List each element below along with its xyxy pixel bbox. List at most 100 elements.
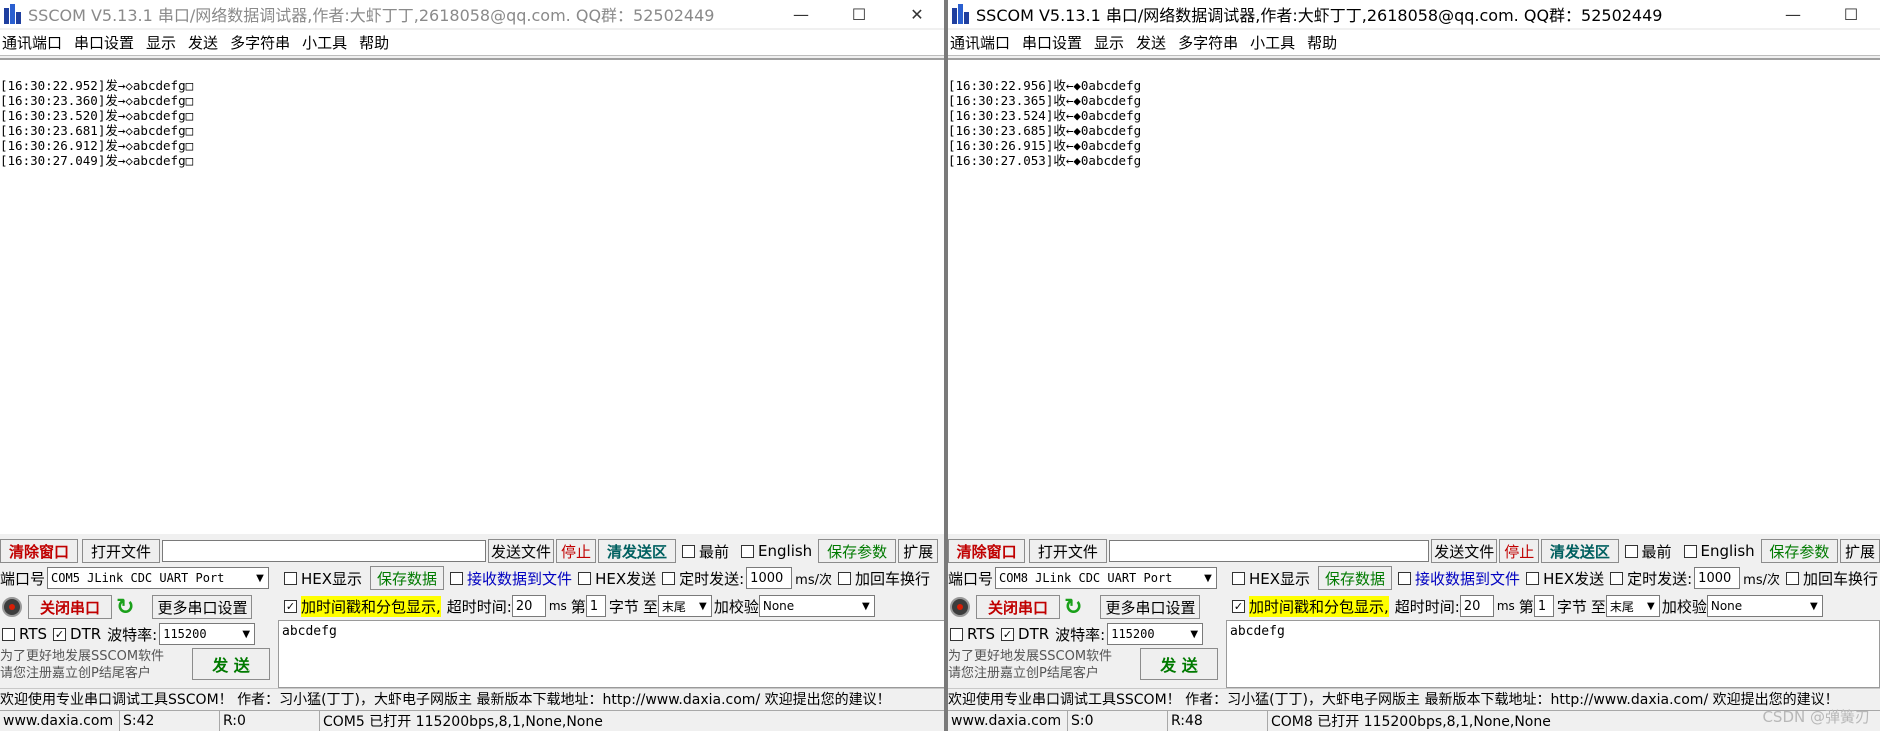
send-button[interactable]: 发 送 — [1140, 648, 1218, 680]
append-crlf-checkbox[interactable] — [1786, 571, 1799, 585]
close-port-button[interactable]: 关闭串口 — [28, 595, 112, 619]
send-input[interactable]: abcdefg — [278, 620, 946, 688]
open-file-button[interactable]: 打开文件 — [1029, 539, 1107, 563]
port-select[interactable]: COM5 JLink CDC UART Port ▼ — [47, 567, 270, 589]
send-input[interactable]: abcdefg — [1226, 620, 1880, 688]
rts-checkbox[interactable] — [950, 627, 963, 641]
interval-input[interactable]: 1000 — [746, 567, 793, 589]
append-crlf-checkbox[interactable] — [838, 571, 851, 585]
menu-display[interactable]: 显示 — [1092, 32, 1134, 53]
checksum-select[interactable]: None ▼ — [1706, 595, 1823, 617]
maximize-icon[interactable]: ☐ — [1822, 0, 1880, 28]
save-data-button[interactable]: 保存数据 — [370, 566, 445, 590]
menu-help[interactable]: 帮助 — [1305, 32, 1347, 53]
log-line: [16:30:22.952]发→◇abcdefg□ — [0, 78, 194, 93]
hex-display-checkbox[interactable] — [1232, 571, 1245, 585]
expand-button[interactable]: 扩展 — [898, 539, 939, 563]
title-bar[interactable]: SSCOM V5.13.1 串口/网络数据调试器,作者:大虾丁丁,2618058… — [0, 0, 946, 28]
clear-window-button[interactable]: 清除窗口 — [948, 539, 1026, 563]
maximize-icon[interactable]: ☐ — [830, 0, 888, 28]
file-path-input[interactable] — [162, 540, 486, 562]
stop-button[interactable]: 停止 — [1499, 539, 1540, 563]
receive-area[interactable]: [16:30:22.952]发→◇abcdefg□ [16:30:23.360]… — [0, 58, 946, 534]
menu-send[interactable]: 发送 — [1134, 32, 1176, 53]
dtr-checkbox[interactable]: ✓ — [1001, 627, 1015, 641]
checksum-select[interactable]: None ▼ — [758, 595, 875, 617]
timestamp-checkbox[interactable]: ✓ — [284, 599, 297, 613]
timestamp-checkbox[interactable]: ✓ — [1232, 599, 1245, 613]
clear-window-button[interactable]: 清除窗口 — [0, 539, 78, 563]
receive-area[interactable]: [16:30:22.956]收←◆0abcdefg [16:30:23.365]… — [948, 58, 1880, 534]
english-checkbox[interactable] — [1683, 544, 1697, 558]
hex-display-checkbox[interactable] — [284, 571, 297, 585]
promo-line: 请您注册嘉立创P结尾客户 — [0, 666, 151, 681]
more-port-settings-button[interactable]: 更多串口设置 — [152, 595, 253, 619]
baud-select[interactable]: 115200 ▼ — [159, 623, 256, 645]
minimize-icon[interactable]: — — [772, 0, 830, 28]
timeout-input[interactable]: 20 — [1459, 595, 1494, 617]
menu-send[interactable]: 发送 — [186, 32, 228, 53]
close-port-button[interactable]: 关闭串口 — [976, 595, 1060, 619]
timeout-input[interactable]: 20 — [511, 595, 546, 617]
promo-ticker: 欢迎使用专业串口调试工具SSCOM！ 作者：习小猛(丁丁)，大虾电子网版主 最新… — [948, 688, 1880, 708]
status-website[interactable]: www.daxia.com — [948, 710, 1068, 731]
stop-button[interactable]: 停止 — [556, 539, 596, 563]
menu-comm-port[interactable]: 通讯端口 — [0, 32, 72, 53]
timed-send-checkbox[interactable] — [1610, 571, 1624, 585]
byte-index-input[interactable]: 1 — [1533, 595, 1554, 617]
tail-select[interactable]: 末尾 ▼ — [1605, 595, 1660, 617]
menu-multi-string[interactable]: 多字符串 — [228, 32, 300, 53]
recv-to-file-label[interactable]: 接收数据到文件 — [1415, 568, 1520, 589]
window-title: SSCOM V5.13.1 串口/网络数据调试器,作者:大虾丁丁,2618058… — [976, 6, 1663, 25]
clear-send-button[interactable]: 清发送区 — [1541, 539, 1619, 563]
menu-multi-string[interactable]: 多字符串 — [1176, 32, 1248, 53]
menu-tools[interactable]: 小工具 — [1248, 32, 1305, 53]
send-button[interactable]: 发 送 — [192, 648, 270, 680]
hex-send-label: HEX发送 — [595, 569, 657, 588]
interval-unit: ms/次 — [795, 572, 832, 588]
timeout-unit: ms — [548, 599, 567, 613]
latest-checkbox[interactable] — [1624, 544, 1638, 558]
tail-value: 末尾 — [661, 599, 686, 614]
clear-send-button[interactable]: 清发送区 — [598, 539, 676, 563]
tail-select[interactable]: 末尾 ▼ — [657, 595, 712, 617]
hex-send-checkbox[interactable] — [578, 571, 592, 585]
title-bar[interactable]: SSCOM V5.13.1 串口/网络数据调试器,作者:大虾丁丁,2618058… — [948, 0, 1880, 28]
more-port-settings-button[interactable]: 更多串口设置 — [1100, 595, 1201, 619]
menu-serial-settings[interactable]: 串口设置 — [1020, 32, 1092, 53]
menu-tools[interactable]: 小工具 — [300, 32, 357, 53]
close-icon[interactable]: ✕ — [888, 0, 946, 28]
nth-label: 第 — [1518, 597, 1534, 616]
status-website[interactable]: www.daxia.com — [0, 710, 120, 731]
minimize-icon[interactable]: — — [1764, 0, 1822, 28]
timed-send-checkbox[interactable] — [662, 571, 676, 585]
menu-comm-port[interactable]: 通讯端口 — [948, 32, 1020, 53]
refresh-icon[interactable]: ↻ — [1064, 595, 1082, 620]
menu-display[interactable]: 显示 — [144, 32, 186, 53]
expand-button[interactable]: 扩展 — [1839, 539, 1880, 563]
baud-select[interactable]: 115200 ▼ — [1107, 623, 1204, 645]
recv-to-file-checkbox[interactable] — [1398, 571, 1412, 585]
rts-checkbox[interactable] — [2, 627, 15, 641]
save-data-button[interactable]: 保存数据 — [1318, 566, 1393, 590]
latest-checkbox[interactable] — [682, 544, 695, 558]
refresh-icon[interactable]: ↻ — [116, 595, 134, 620]
log-line: [16:30:23.685]收←◆0abcdefg — [948, 123, 1142, 138]
send-file-button[interactable]: 发送文件 — [1431, 539, 1498, 563]
status-recv-count: R:0 — [220, 710, 320, 731]
send-file-button[interactable]: 发送文件 — [488, 539, 554, 563]
file-path-input[interactable] — [1108, 540, 1430, 562]
menu-help[interactable]: 帮助 — [357, 32, 399, 53]
menu-serial-settings[interactable]: 串口设置 — [72, 32, 144, 53]
dtr-checkbox[interactable]: ✓ — [53, 627, 67, 641]
byte-index-input[interactable]: 1 — [585, 595, 606, 617]
hex-send-checkbox[interactable] — [1526, 571, 1540, 585]
recv-to-file-checkbox[interactable] — [450, 571, 464, 585]
save-params-button[interactable]: 保存参数 — [1760, 539, 1838, 563]
port-select[interactable]: COM8 JLink CDC UART Port ▼ — [995, 567, 1218, 589]
english-checkbox[interactable] — [741, 544, 755, 558]
save-params-button[interactable]: 保存参数 — [818, 539, 897, 563]
recv-to-file-label[interactable]: 接收数据到文件 — [467, 568, 572, 589]
interval-input[interactable]: 1000 — [1694, 567, 1741, 589]
open-file-button[interactable]: 打开文件 — [82, 539, 160, 563]
